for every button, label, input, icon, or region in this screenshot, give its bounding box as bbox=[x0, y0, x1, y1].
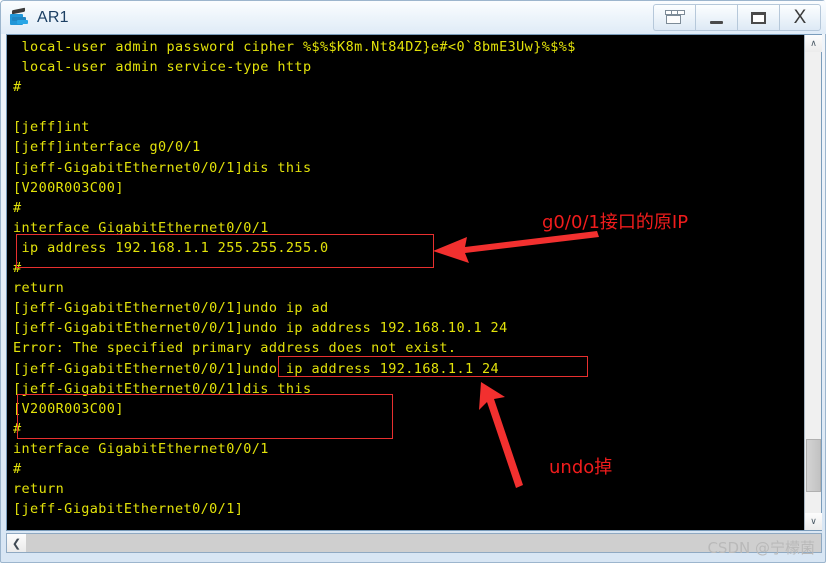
window-title: AR1 bbox=[37, 8, 69, 26]
close-icon: X bbox=[793, 7, 807, 28]
terminal-line: local-user admin password cipher %$%$K8m… bbox=[13, 39, 576, 55]
terminal-line: # bbox=[13, 79, 22, 96]
window-controls: X bbox=[653, 4, 821, 31]
maximize-icon bbox=[751, 11, 766, 24]
csdn-watermark: CSDN @宁檬菌 bbox=[707, 539, 815, 557]
restore-icon bbox=[664, 10, 685, 25]
maximize-button[interactable] bbox=[737, 4, 779, 31]
minimize-icon bbox=[710, 20, 723, 24]
horizontal-scrollbar[interactable]: ❮ bbox=[6, 533, 822, 553]
scroll-left-arrow-icon[interactable]: ❮ bbox=[7, 534, 26, 552]
terminal-line: # bbox=[13, 460, 22, 477]
minimize-button[interactable] bbox=[695, 4, 737, 31]
scroll-down-arrow-icon[interactable]: ∨ bbox=[805, 513, 822, 530]
terminal-line: [V200R003C00] bbox=[13, 400, 124, 417]
terminal-line: [jeff-GigabitEthernet0/0/1]undo ip addre… bbox=[13, 360, 500, 377]
router-icon bbox=[8, 7, 30, 29]
close-button[interactable]: X bbox=[779, 4, 821, 31]
terminal-line: ip address 192.168.1.1 255.255.255.0 bbox=[13, 239, 329, 256]
terminal-line: [jeff-GigabitEthernet0/0/1]dis this bbox=[13, 380, 312, 397]
vertical-scrollbar[interactable]: ∧ ∨ bbox=[804, 35, 822, 530]
terminal-line: [jeff-GigabitEthernet0/0/1]undo ip ad bbox=[13, 300, 329, 317]
terminal-line: local-user admin service-type http bbox=[13, 59, 312, 76]
terminal-line: Error: The specified primary address doe… bbox=[13, 340, 457, 357]
ar1-window: AR1 X local-user admin password cipher %… bbox=[0, 0, 826, 563]
terminal-line: return bbox=[13, 280, 65, 297]
terminal-output[interactable]: local-user admin password cipher %$%$K8m… bbox=[7, 35, 805, 530]
callout-original-ip: g0/0/1接口的原IP bbox=[542, 212, 689, 233]
scroll-up-arrow-icon[interactable]: ∧ bbox=[805, 35, 822, 52]
terminal-line: [jeff-GigabitEthernet0/0/1] bbox=[13, 501, 244, 518]
terminal-line: [jeff]interface g0/0/1 bbox=[13, 139, 201, 156]
callout-undo: undo掉 bbox=[549, 457, 613, 478]
terminal-line: # bbox=[13, 420, 22, 437]
terminal-panel: local-user admin password cipher %$%$K8m… bbox=[6, 34, 822, 531]
terminal-line: # bbox=[13, 260, 22, 277]
terminal-line: interface GigabitEthernet0/0/1 bbox=[13, 440, 269, 457]
vertical-scroll-thumb[interactable] bbox=[806, 439, 821, 492]
terminal-line: [jeff]int bbox=[13, 119, 90, 136]
terminal-line: [V200R003C00] bbox=[13, 179, 124, 196]
window-titlebar[interactable]: AR1 X bbox=[1, 1, 826, 34]
terminal-line: return bbox=[13, 481, 65, 498]
terminal-line: [jeff-GigabitEthernet0/0/1]undo ip addre… bbox=[13, 320, 508, 337]
restore-down-button[interactable] bbox=[653, 4, 695, 31]
terminal-line: [jeff-GigabitEthernet0/0/1]dis this bbox=[13, 159, 312, 176]
